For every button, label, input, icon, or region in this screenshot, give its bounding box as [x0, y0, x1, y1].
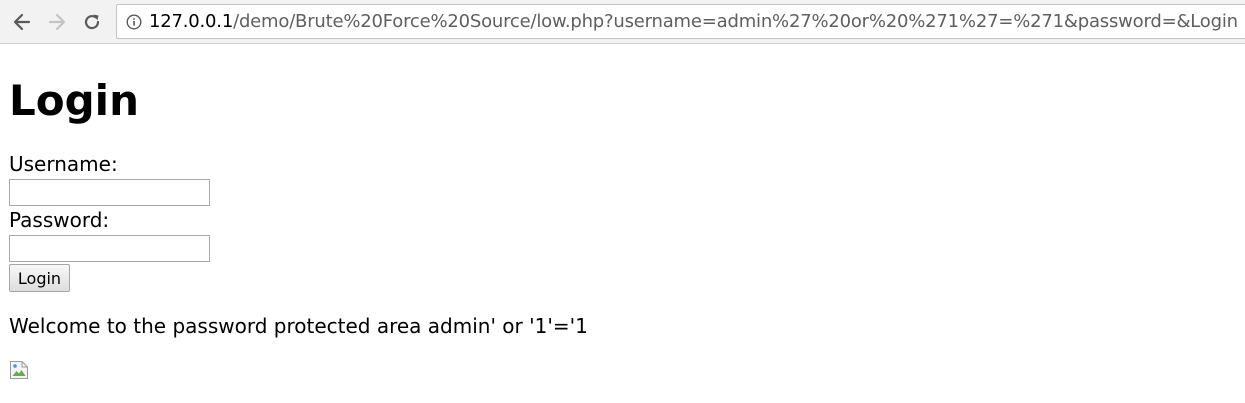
- back-button[interactable]: [8, 8, 36, 36]
- arrow-left-icon: [13, 13, 31, 31]
- url-text[interactable]: 127.0.0.1/demo/Brute%20Force%20Source/lo…: [149, 11, 1239, 32]
- reload-icon: [84, 14, 100, 30]
- url-path: /demo/Brute%20Force%20Source/low.php?use…: [233, 11, 1239, 32]
- password-label: Password:: [9, 208, 110, 232]
- arrow-right-icon: [48, 13, 66, 31]
- browser-toolbar: 127.0.0.1/demo/Brute%20Force%20Source/lo…: [0, 0, 1245, 44]
- broken-image-icon: [10, 361, 28, 379]
- username-label: Username:: [9, 152, 118, 176]
- welcome-message: Welcome to the password protected area a…: [9, 314, 588, 338]
- password-input[interactable]: [9, 235, 210, 262]
- address-bar[interactable]: 127.0.0.1/demo/Brute%20Force%20Source/lo…: [116, 4, 1245, 39]
- login-button[interactable]: Login: [9, 264, 70, 292]
- username-input[interactable]: [9, 179, 210, 206]
- info-icon[interactable]: [125, 13, 143, 31]
- url-host: 127.0.0.1: [149, 11, 234, 32]
- reload-button[interactable]: [78, 8, 106, 36]
- page-title: Login: [9, 76, 139, 125]
- forward-button[interactable]: [43, 8, 71, 36]
